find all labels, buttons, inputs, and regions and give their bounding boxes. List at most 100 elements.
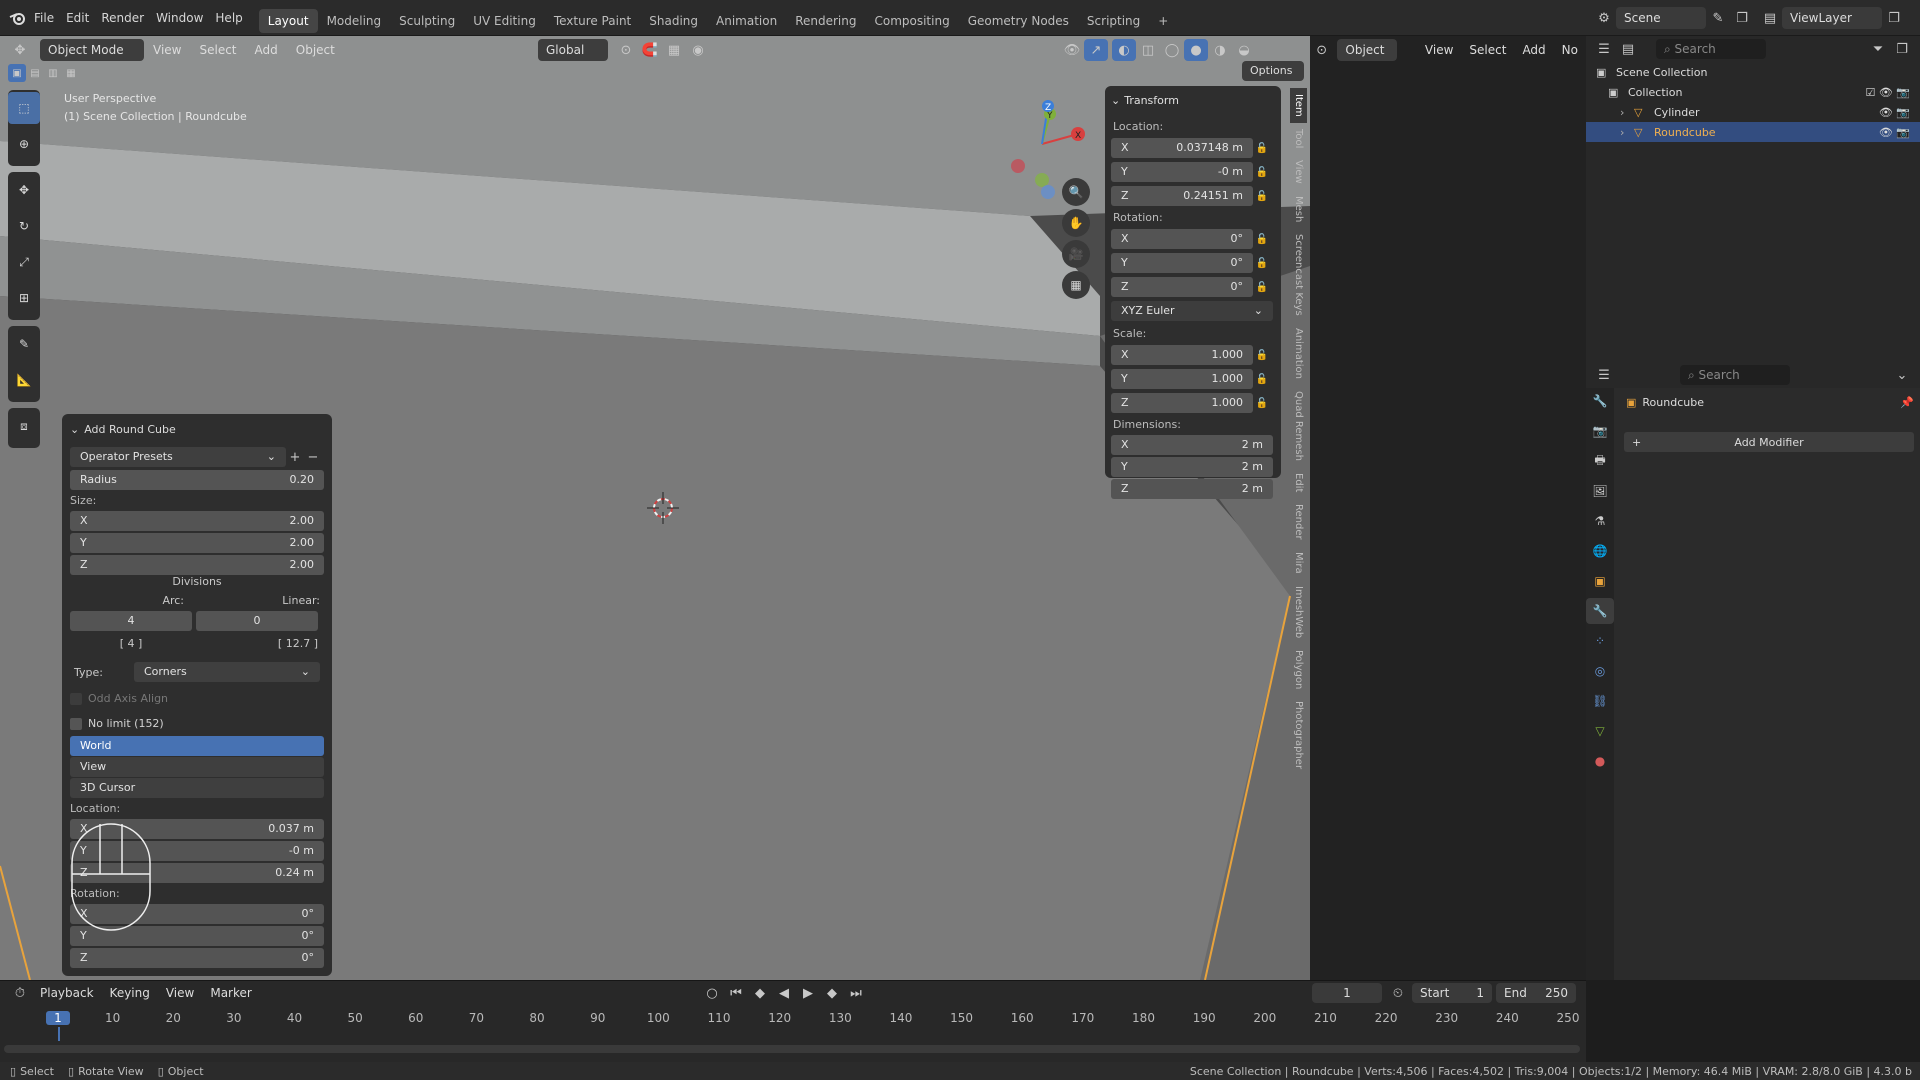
outliner-item-scene-collection[interactable]: ▣ Scene Collection bbox=[1586, 62, 1920, 82]
view-layer-props-icon[interactable]: 🖼 bbox=[1586, 478, 1614, 504]
sidebar-tab-edit[interactable]: Edit bbox=[1290, 467, 1307, 498]
sidebar-tab-item[interactable]: Item bbox=[1290, 88, 1307, 123]
display-mode-icon[interactable]: ▤ bbox=[1616, 38, 1640, 60]
snap-target-icon[interactable]: ▦ bbox=[662, 39, 686, 61]
secondary-menu-add[interactable]: Add bbox=[1514, 43, 1553, 57]
add-workspace-button[interactable]: + bbox=[1149, 9, 1177, 33]
zoom-icon[interactable]: 🔍 bbox=[1062, 178, 1090, 206]
menu-help[interactable]: Help bbox=[209, 0, 248, 36]
size-z-field[interactable]: Z 2.00 bbox=[70, 555, 324, 575]
sidebar-tab-view[interactable]: View bbox=[1290, 154, 1307, 190]
outliner[interactable]: ☰ ▤ ⌕ Search ⏷ ❐ ▣ Scene Collection ▣ Colle… bbox=[1586, 36, 1920, 362]
annotate-icon[interactable]: ✎ bbox=[8, 328, 40, 360]
sidebar-tab-mira[interactable]: Mira bbox=[1290, 546, 1307, 580]
visibility-icon[interactable]: 👁 bbox=[1060, 39, 1084, 61]
no-limit-row[interactable]: No limit (152) bbox=[70, 717, 324, 730]
sidebar-tab-quad-remesh[interactable]: Quad Remesh bbox=[1290, 385, 1307, 467]
viewport-menu-add[interactable]: Add bbox=[246, 43, 287, 57]
wireframe-shading-icon[interactable]: ◯ bbox=[1160, 39, 1184, 61]
align-world[interactable]: World bbox=[70, 736, 324, 756]
pivot-icon[interactable]: ⊙ bbox=[614, 39, 638, 61]
view-layer-field[interactable]: ViewLayer bbox=[1782, 7, 1882, 29]
particles-props-icon[interactable]: ⁘ bbox=[1586, 628, 1614, 654]
properties-search[interactable]: ⌕ Search bbox=[1680, 365, 1790, 385]
physics-props-icon[interactable]: ◎ bbox=[1586, 658, 1614, 684]
rotate-icon[interactable]: ↻ bbox=[8, 210, 40, 242]
size-y-field[interactable]: Y 2.00 bbox=[70, 533, 324, 553]
mode-select[interactable]: Object Mode bbox=[40, 39, 144, 61]
view-layer-icon[interactable]: ▤ bbox=[1758, 7, 1782, 29]
output-props-icon[interactable]: 🖶 bbox=[1586, 448, 1614, 474]
transform-icon[interactable]: ⊞ bbox=[8, 282, 40, 314]
op-rotation-z-field[interactable]: Z 0° bbox=[70, 948, 324, 968]
scale-lock-icon[interactable]: 🔓 bbox=[1253, 368, 1271, 390]
location-x-field[interactable]: X 0.037148 m bbox=[1111, 138, 1253, 158]
location-lock-icon[interactable]: 🔓 bbox=[1253, 137, 1271, 159]
menu-render[interactable]: Render bbox=[95, 0, 150, 36]
tab-rendering[interactable]: Rendering bbox=[786, 9, 865, 33]
scale-z-field[interactable]: Z 1.000 bbox=[1111, 393, 1253, 413]
new-view-layer-icon[interactable]: ❐ bbox=[1882, 7, 1906, 29]
radius-field[interactable]: Radius 0.20 bbox=[70, 470, 324, 490]
select-box-icon[interactable]: ⬚ bbox=[8, 92, 40, 124]
add-preset-icon[interactable]: + bbox=[286, 446, 304, 468]
sidebar-tab-render[interactable]: Render bbox=[1290, 498, 1307, 546]
select-intersect-icon[interactable]: ▦ bbox=[62, 64, 80, 82]
scale-icon[interactable]: ⤢ bbox=[8, 246, 40, 278]
filter-icon[interactable]: ⏷ bbox=[1866, 38, 1890, 60]
tab-scripting[interactable]: Scripting bbox=[1078, 9, 1149, 33]
outliner-item-cylinder[interactable]: › ▽ Cylinder 👁 📷 bbox=[1586, 102, 1920, 122]
modifier-props-icon[interactable]: 🔧 bbox=[1586, 598, 1614, 624]
tab-texture-paint[interactable]: Texture Paint bbox=[545, 9, 640, 33]
scale-x-field[interactable]: X 1.000 bbox=[1111, 345, 1253, 365]
constraints-props-icon[interactable]: ⛓ bbox=[1586, 688, 1614, 714]
odd-axis-row[interactable]: Odd Axis Align bbox=[70, 692, 324, 705]
tab-compositing[interactable]: Compositing bbox=[865, 9, 958, 33]
outliner-item-collection[interactable]: ▣ Collection ☑ 👁 📷 bbox=[1586, 82, 1920, 102]
scene-field[interactable]: Scene bbox=[1616, 7, 1706, 29]
operator-presets-select[interactable]: Operator Presets ⌄ bbox=[70, 447, 286, 467]
render-shading-icon[interactable]: ◒ bbox=[1232, 39, 1256, 61]
new-scene-icon[interactable]: ❐ bbox=[1730, 7, 1754, 29]
expand-arrow-icon[interactable]: › bbox=[1620, 106, 1634, 119]
location-z-field[interactable]: Z 0.24151 m bbox=[1111, 186, 1253, 206]
tab-modeling[interactable]: Modeling bbox=[318, 9, 391, 33]
sidebar-tab-mesh[interactable]: Mesh bbox=[1290, 190, 1307, 228]
sidebar-tab-photographer[interactable]: Photographer bbox=[1290, 695, 1307, 775]
add-cube-icon[interactable]: ⧈ bbox=[8, 410, 40, 442]
new-collection-icon[interactable]: ❐ bbox=[1890, 38, 1914, 60]
pin-icon[interactable]: ✎ bbox=[1706, 7, 1730, 29]
properties-options-icon[interactable]: ⌄ bbox=[1890, 364, 1914, 386]
no-limit-checkbox[interactable] bbox=[70, 717, 82, 730]
scale-lock-icon[interactable]: 🔓 bbox=[1253, 344, 1271, 366]
scene-icon[interactable]: ⚙ bbox=[1592, 7, 1616, 29]
material-shading-icon[interactable]: ◑ bbox=[1208, 39, 1232, 61]
tab-layout[interactable]: Layout bbox=[258, 8, 318, 33]
odd-axis-checkbox[interactable] bbox=[70, 692, 82, 705]
sidebar-tab-polygon[interactable]: Polygon bbox=[1290, 644, 1307, 695]
select-extend-icon[interactable]: ▤ bbox=[26, 64, 44, 82]
tab-animation[interactable]: Animation bbox=[707, 9, 786, 33]
menu-file[interactable]: File bbox=[28, 0, 60, 36]
snap-icon[interactable]: 🧲 bbox=[638, 39, 662, 61]
sidebar-tab-screencast-keys[interactable]: Screencast Keys bbox=[1290, 228, 1307, 322]
tab-geometry-nodes[interactable]: Geometry Nodes bbox=[959, 9, 1078, 33]
remove-preset-icon[interactable]: − bbox=[304, 446, 322, 468]
select-new-icon[interactable]: ▣ bbox=[8, 64, 26, 82]
rotation-z-field[interactable]: Z 0° bbox=[1111, 277, 1253, 297]
tab-sculpting[interactable]: Sculpting bbox=[390, 9, 464, 33]
arc-field[interactable]: 4 bbox=[70, 611, 192, 631]
location-lock-icon[interactable]: 🔓 bbox=[1253, 185, 1271, 207]
outliner-search[interactable]: ⌕ Search bbox=[1656, 39, 1766, 59]
material-props-icon[interactable]: ● bbox=[1586, 748, 1614, 774]
location-lock-icon[interactable]: 🔓 bbox=[1253, 161, 1271, 183]
options-dropdown[interactable]: Options bbox=[1242, 61, 1304, 81]
ortho-icon[interactable]: ▦ bbox=[1062, 271, 1090, 299]
viewport-menu-view[interactable]: View bbox=[144, 43, 190, 57]
overlay-icon[interactable]: ◐ bbox=[1112, 39, 1136, 61]
properties-type-icon[interactable]: ☰ bbox=[1592, 364, 1616, 386]
rotation-y-field[interactable]: Y 0° bbox=[1111, 253, 1253, 273]
rotation-x-field[interactable]: X 0° bbox=[1111, 229, 1253, 249]
sidebar-tab-tool[interactable]: Tool bbox=[1290, 123, 1307, 154]
secondary-editor[interactable]: ⊙ Object View Select Add No bbox=[1310, 36, 1586, 980]
